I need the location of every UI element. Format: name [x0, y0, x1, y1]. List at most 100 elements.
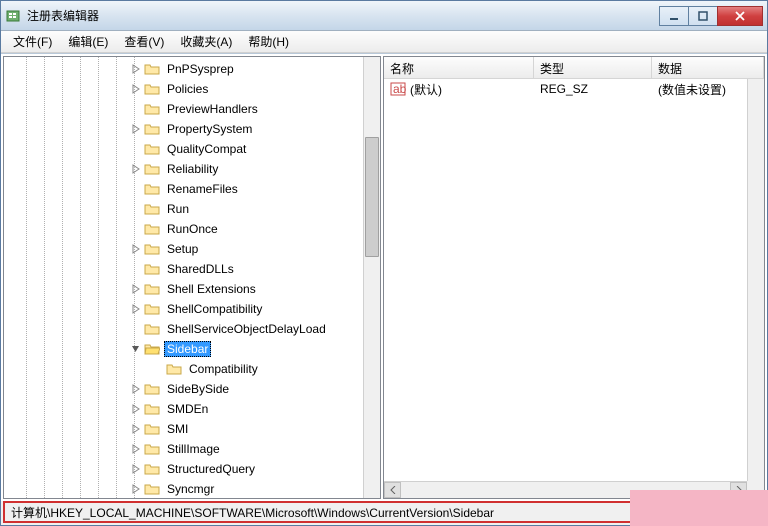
- tree-item[interactable]: Sidebar: [4, 339, 380, 359]
- expand-icon[interactable]: [130, 83, 142, 95]
- folder-icon: [144, 62, 160, 76]
- titlebar[interactable]: 注册表编辑器: [1, 1, 767, 31]
- expander-placeholder: [130, 103, 142, 115]
- tree-item-label: RenameFiles: [164, 181, 241, 197]
- list-body[interactable]: ab(默认)REG_SZ(数值未设置): [384, 79, 764, 498]
- tree-item[interactable]: SMI: [4, 419, 380, 439]
- svg-text:ab: ab: [393, 82, 406, 96]
- tree-item-label: PreviewHandlers: [164, 101, 261, 117]
- expander-placeholder: [152, 363, 164, 375]
- tree-vscrollbar[interactable]: [363, 57, 380, 498]
- window-controls: [660, 6, 763, 26]
- tree-item-label: PropertySystem: [164, 121, 255, 137]
- menu-view[interactable]: 查看(V): [116, 31, 172, 52]
- tree-item-label: Compatibility: [186, 361, 261, 377]
- folder-icon: [144, 82, 160, 96]
- tree-item[interactable]: Compatibility: [4, 359, 380, 379]
- status-path: 计算机\HKEY_LOCAL_MACHINE\SOFTWARE\Microsof…: [11, 504, 494, 521]
- folder-icon: [144, 202, 160, 216]
- tree-item[interactable]: Setup: [4, 239, 380, 259]
- folder-icon: [144, 342, 160, 356]
- tree-item-label: RunOnce: [164, 221, 221, 237]
- tree-item[interactable]: Reliability: [4, 159, 380, 179]
- tree-item[interactable]: ShellCompatibility: [4, 299, 380, 319]
- menu-edit[interactable]: 编辑(E): [60, 31, 116, 52]
- tree-item-label: Run: [164, 201, 192, 217]
- tree-item[interactable]: RunOnce: [4, 219, 380, 239]
- expander-placeholder: [130, 263, 142, 275]
- string-value-icon: ab: [390, 81, 406, 97]
- value-type: REG_SZ: [534, 80, 652, 98]
- folder-icon: [144, 182, 160, 196]
- expander-placeholder: [130, 143, 142, 155]
- expand-icon[interactable]: [130, 303, 142, 315]
- column-data[interactable]: 数据: [652, 57, 764, 78]
- folder-icon: [144, 302, 160, 316]
- folder-icon: [144, 142, 160, 156]
- tree-panel: PnPSysprep Policies PreviewHandlers Propert…: [3, 56, 381, 499]
- menu-file[interactable]: 文件(F): [5, 31, 60, 52]
- expand-icon[interactable]: [130, 463, 142, 475]
- tree-item[interactable]: RenameFiles: [4, 179, 380, 199]
- app-icon: [5, 8, 21, 24]
- tree-item[interactable]: SideBySide: [4, 379, 380, 399]
- tree-item-label: SharedDLLs: [164, 261, 237, 277]
- expand-icon[interactable]: [130, 403, 142, 415]
- tree-item-label: SMI: [164, 421, 191, 437]
- tree-item[interactable]: StillImage: [4, 439, 380, 459]
- expand-icon[interactable]: [130, 63, 142, 75]
- tree-item-label: StillImage: [164, 441, 223, 457]
- tree-item[interactable]: SMDEn: [4, 399, 380, 419]
- expand-icon[interactable]: [130, 483, 142, 495]
- menubar: 文件(F) 编辑(E) 查看(V) 收藏夹(A) 帮助(H): [1, 31, 767, 53]
- tree-item-label: SideBySide: [164, 381, 232, 397]
- tree-item-label: PnPSysprep: [164, 61, 237, 77]
- column-name[interactable]: 名称: [384, 57, 534, 78]
- tree-item-label: Shell Extensions: [164, 281, 259, 297]
- tree-item[interactable]: SharedDLLs: [4, 259, 380, 279]
- folder-icon: [144, 162, 160, 176]
- tree-item[interactable]: ShellServiceObjectDelayLoad: [4, 319, 380, 339]
- folder-icon: [144, 282, 160, 296]
- list-header: 名称 类型 数据: [384, 57, 764, 79]
- folder-icon: [144, 442, 160, 456]
- tree-item[interactable]: QualityCompat: [4, 139, 380, 159]
- list-row[interactable]: ab(默认)REG_SZ(数值未设置): [384, 79, 764, 99]
- tree-item[interactable]: PnPSysprep: [4, 59, 380, 79]
- regedit-window: 注册表编辑器 文件(F) 编辑(E) 查看(V) 收藏夹(A) 帮助(H) Pn…: [0, 0, 768, 526]
- tree-scroll[interactable]: PnPSysprep Policies PreviewHandlers Propert…: [4, 57, 380, 498]
- folder-icon: [144, 262, 160, 276]
- value-list-panel: 名称 类型 数据 ab(默认)REG_SZ(数值未设置): [383, 56, 765, 499]
- expand-icon[interactable]: [130, 163, 142, 175]
- tree-item[interactable]: Policies: [4, 79, 380, 99]
- column-type[interactable]: 类型: [534, 57, 652, 78]
- tree-item[interactable]: Syncmgr: [4, 479, 380, 498]
- maximize-button[interactable]: [688, 6, 718, 26]
- tree-item[interactable]: PreviewHandlers: [4, 99, 380, 119]
- scrollbar-thumb[interactable]: [365, 137, 379, 257]
- expand-icon[interactable]: [130, 243, 142, 255]
- scroll-left-button[interactable]: [384, 482, 401, 498]
- window-title: 注册表编辑器: [27, 7, 660, 24]
- tree-item[interactable]: Run: [4, 199, 380, 219]
- menu-favorites[interactable]: 收藏夹(A): [172, 31, 240, 52]
- tree-item-label: Setup: [164, 241, 201, 257]
- tree-item-label: QualityCompat: [164, 141, 249, 157]
- folder-icon: [144, 402, 160, 416]
- folder-icon: [144, 422, 160, 436]
- expander-placeholder: [130, 223, 142, 235]
- close-button[interactable]: [717, 6, 763, 26]
- minimize-button[interactable]: [659, 6, 689, 26]
- expand-icon[interactable]: [130, 123, 142, 135]
- menu-help[interactable]: 帮助(H): [240, 31, 297, 52]
- tree-item[interactable]: StructuredQuery: [4, 459, 380, 479]
- watermark-overlay: [630, 490, 768, 526]
- collapse-icon[interactable]: [130, 343, 142, 355]
- tree-item[interactable]: Shell Extensions: [4, 279, 380, 299]
- tree-item[interactable]: PropertySystem: [4, 119, 380, 139]
- list-vscrollbar[interactable]: [747, 79, 764, 481]
- expand-icon[interactable]: [130, 383, 142, 395]
- expand-icon[interactable]: [130, 423, 142, 435]
- expand-icon[interactable]: [130, 443, 142, 455]
- expand-icon[interactable]: [130, 283, 142, 295]
